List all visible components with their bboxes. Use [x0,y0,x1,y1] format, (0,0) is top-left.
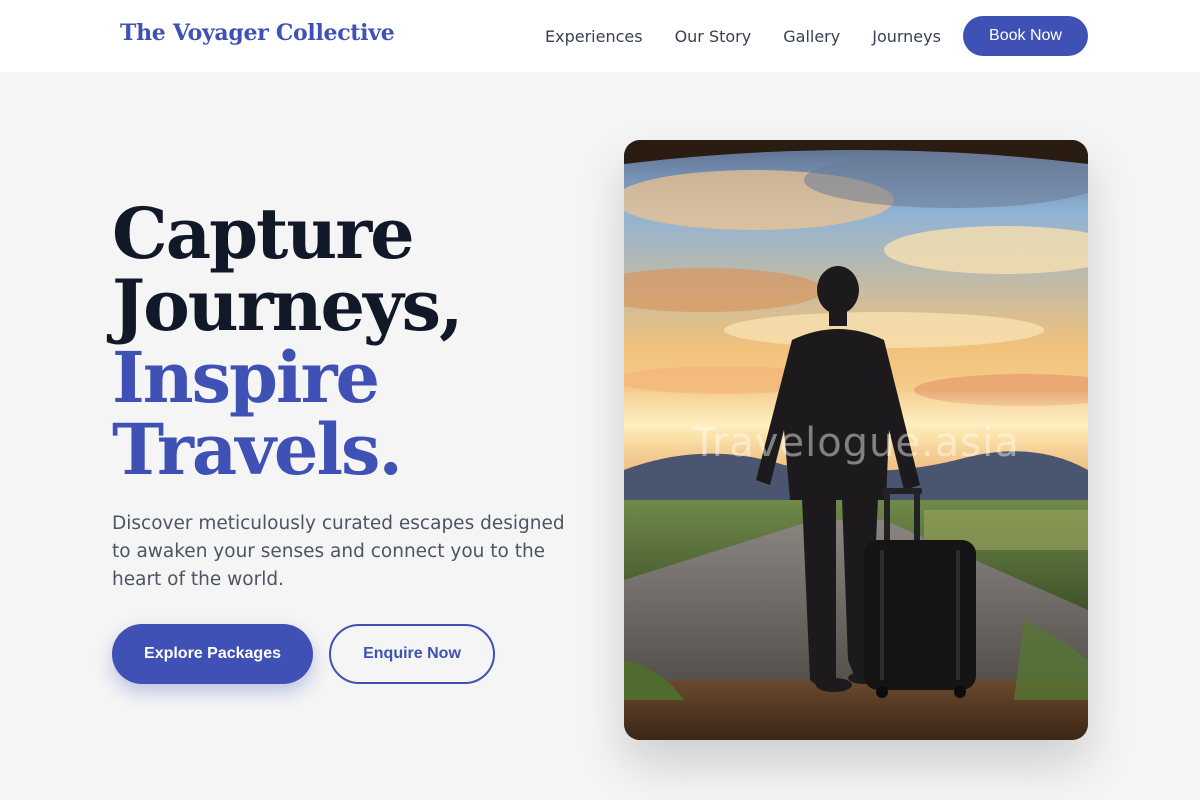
nav-link-gallery[interactable]: Gallery [783,27,840,46]
site-header: The Voyager Collective Experiences Our S… [0,0,1200,72]
hero-image: Travelogue.asia [624,140,1088,740]
hero-subtext: Discover meticulously curated escapes de… [112,513,565,590]
image-watermark: Travelogue.asia [692,420,1020,466]
headline-line-3: Inspire [112,336,380,419]
headline-line-4: Travels. [112,408,403,491]
headline-line-1: Capture [112,192,415,275]
nav-link-journeys[interactable]: Journeys [872,27,941,46]
enquire-now-button[interactable]: Enquire Now [329,624,495,684]
brand-logo[interactable]: The Voyager Collective [120,20,395,46]
main-nav: Experiences Our Story Gallery Journeys [545,0,941,72]
headline-line-2: Journeys, [112,264,463,347]
explore-packages-button[interactable]: Explore Packages [112,624,313,684]
nav-link-experiences[interactable]: Experiences [545,27,643,46]
hero-headline: Capture Journeys, Inspire Travels. [112,192,463,491]
nav-link-our-story[interactable]: Our Story [675,27,752,46]
book-now-button[interactable]: Book Now [963,16,1088,56]
